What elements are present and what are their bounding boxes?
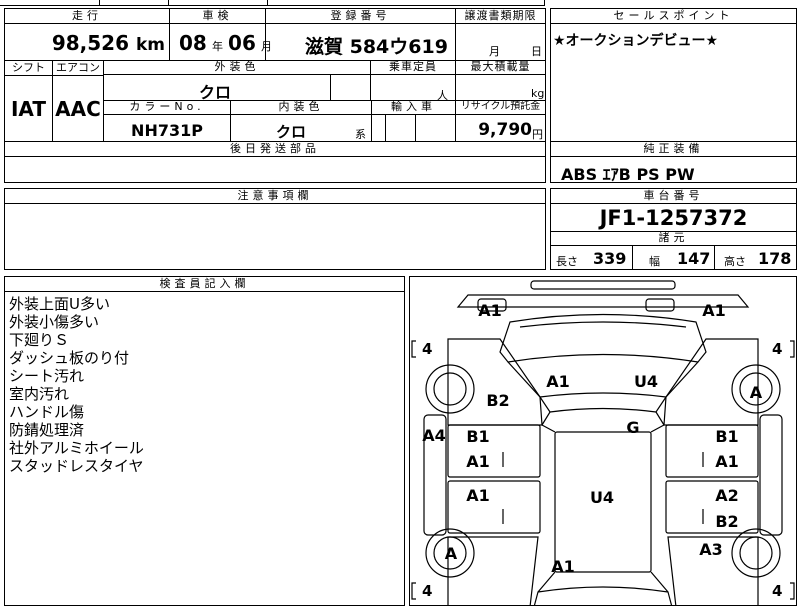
damage-front-door-right-1: B1 — [715, 427, 739, 446]
equipment-value: ABS ｴｱB PS PW — [561, 165, 695, 184]
chassis-number: JF1-1257372 — [599, 206, 748, 230]
interior-header: 内装色 — [231, 100, 371, 115]
damage-bonnet-right: U4 — [633, 372, 659, 391]
damage-front-left: A1 — [478, 301, 502, 320]
later-parts-header: 後日発送部品 — [5, 142, 545, 157]
damage-wheel-front-right: A — [749, 383, 763, 402]
import-header: 輸入車 — [372, 100, 455, 115]
plate-number: 滋賀 584ウ619 — [305, 36, 448, 58]
length-label: 長さ — [556, 255, 578, 268]
capacity-header: 乗車定員 — [371, 60, 455, 75]
inspector-line: 社外アルミホイール — [9, 439, 144, 457]
interior-suffix: 系 — [355, 128, 366, 141]
damage-rear-fender-right: A3 — [699, 540, 723, 559]
transfer-day-label: 日 — [531, 45, 542, 58]
inspector-line: シート汚れ — [9, 367, 85, 385]
damage-front-right: A1 — [702, 301, 726, 320]
inspection-date: 08 年 06 月 — [179, 31, 272, 55]
exterior-header: 外装色 — [104, 60, 370, 75]
inspector-line: 室内汚れ — [9, 385, 70, 403]
transfer-header: 譲渡書類期限 — [455, 9, 545, 24]
inspector-line: ダッシュ板のり付 — [9, 349, 130, 367]
notes-section: 注意事項欄 — [4, 188, 546, 270]
recycle-value: 9,790 — [478, 120, 532, 140]
inspector-section: 検査員記入欄 外装上面U多い 外装小傷多い 下廻りＳ ダッシュ板のり付 シート汚… — [4, 276, 405, 606]
sales-point-value: ★オークションデビュー★ — [553, 33, 719, 49]
inspector-header: 検査員記入欄 — [5, 277, 404, 292]
inspector-line: 外装小傷多い — [9, 313, 100, 331]
width-value: 147 — [677, 249, 711, 268]
damage-floor-center: U4 — [589, 488, 615, 507]
height-value: 178 — [758, 249, 792, 268]
vehicle-diagram-section: 4 4 4 4 A1 A1 A1 U4 B2 A G A4 B1 A1 B1 A… — [409, 276, 797, 606]
later-parts-section: 後日発送部品 — [4, 141, 546, 183]
damage-rear-center: A1 — [551, 557, 575, 576]
inspector-line: 外装上面U多い — [9, 295, 110, 313]
inspector-lines: 外装上面U多い 外装小傷多い 下廻りＳ ダッシュ板のり付 シート汚れ 室内汚れ … — [9, 295, 144, 475]
damage-front-door-left-2: A1 — [466, 452, 490, 471]
damage-rear-door-left: A1 — [466, 486, 490, 505]
damage-wheel-rear-left: A — [444, 544, 458, 563]
top-strip-cell — [99, 0, 169, 6]
chassis-section: 車台番号 JF1-1257372 諸元 長さ 339 幅 147 高さ 178 — [550, 188, 797, 270]
inspector-line: ハンドル傷 — [9, 403, 85, 421]
ac-header: エアコン — [53, 60, 103, 76]
damage-bonnet-left: A1 — [546, 372, 570, 391]
tire-rear-right: 4 — [772, 582, 783, 600]
mileage-value: 98,526 km — [51, 31, 165, 55]
equipment-section: 純正装備 ABS ｴｱB PS PW — [550, 141, 797, 184]
top-strip-cell — [267, 0, 545, 6]
damage-rear-door-right-1: A2 — [715, 486, 739, 505]
tire-rear-left: 4 — [422, 582, 433, 600]
damage-roof: G — [626, 418, 640, 437]
maxload-header: 最大積載量 — [456, 60, 545, 75]
colorno-value: NH731P — [131, 121, 203, 140]
width-label: 幅 — [649, 255, 660, 268]
damage-rear-door-right-2: B2 — [715, 512, 739, 531]
plate-header: 登録番号 — [265, 9, 455, 24]
recycle-unit: 円 — [532, 128, 543, 141]
dimensions-header: 諸元 — [551, 231, 796, 246]
mileage-header: 走行 — [5, 9, 169, 24]
tire-front-left: 4 — [422, 340, 433, 358]
length-value: 339 — [593, 249, 627, 268]
equipment-header: 純正装備 — [551, 142, 796, 157]
height-label: 高さ — [724, 255, 746, 268]
inspector-line: スタッドレスタイヤ — [9, 457, 144, 475]
transfer-month-label: 月 — [489, 45, 500, 58]
recycle-header: リサイクル預託金 — [456, 100, 545, 115]
sales-point-section: セールスポイント ★オークションデビュー★ — [550, 8, 797, 142]
damage-front-door-left-1: B1 — [466, 427, 490, 446]
inspector-line: 防錆処理済 — [9, 421, 85, 439]
notes-header: 注意事項欄 — [5, 189, 545, 204]
inspector-line: 下廻りＳ — [9, 331, 70, 349]
ac-value: AAC — [55, 97, 101, 121]
sales-point-header: セールスポイント — [551, 9, 796, 24]
top-strip-cell — [0, 0, 100, 6]
interior-value: クロ — [275, 123, 306, 141]
shift-header: シフト — [5, 60, 52, 76]
shift-value: IAT — [10, 97, 46, 121]
damage-front-door-right-2: A1 — [715, 452, 739, 471]
damage-side-left: A4 — [422, 426, 446, 445]
tire-front-right: 4 — [772, 340, 783, 358]
maxload-unit: kg — [531, 87, 545, 100]
inspection-header: 車検 — [169, 9, 265, 24]
top-strip-cell — [168, 0, 268, 6]
colorno-header: カラーNo. — [104, 100, 230, 115]
vehicle-info-table: 走行 車検 登録番号 譲渡書類期限 98,526 km 08 年 06 月 滋賀… — [4, 8, 546, 142]
damage-fender-front-left: B2 — [486, 391, 510, 410]
chassis-header: 車台番号 — [551, 189, 796, 204]
